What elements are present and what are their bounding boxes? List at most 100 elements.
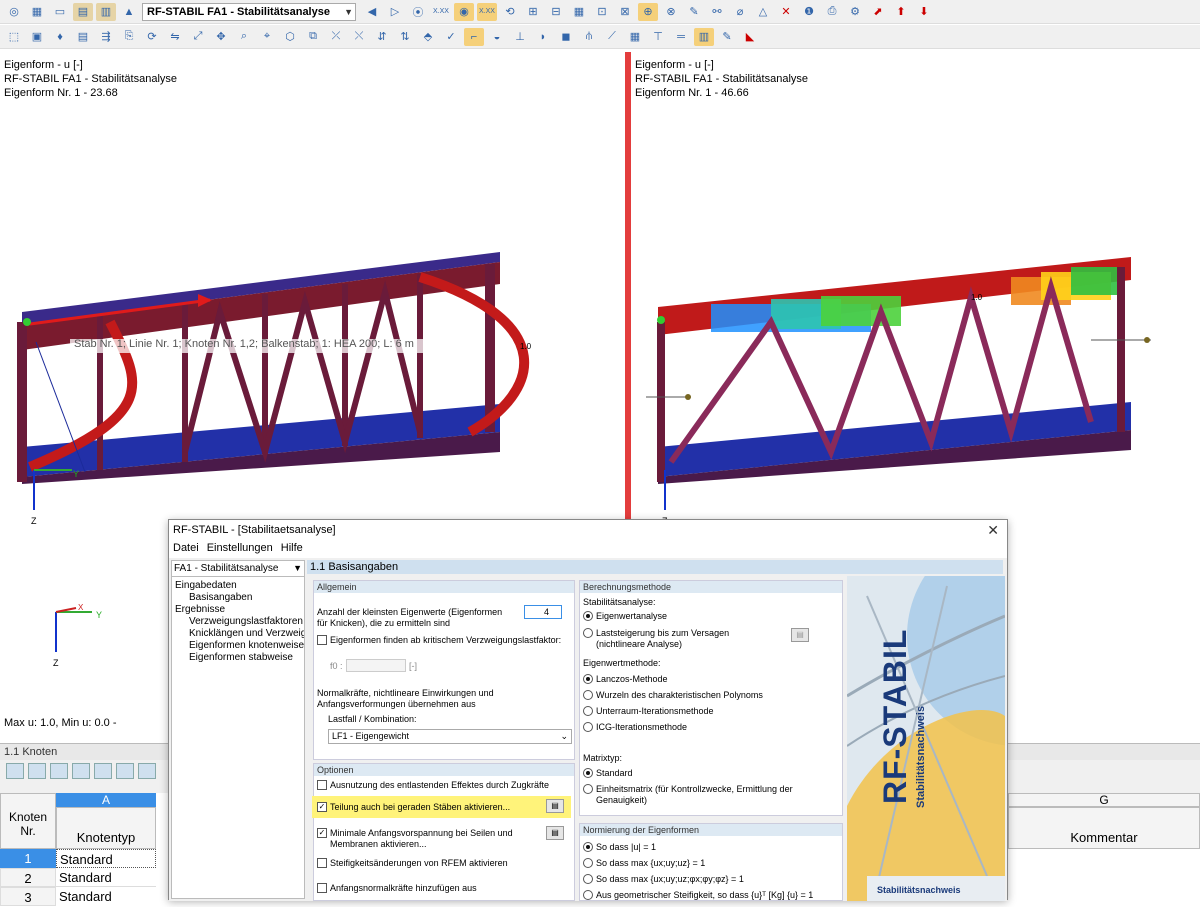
eye-icon[interactable]: ◉ bbox=[454, 2, 474, 21]
settings-icon[interactable]: ⚙ bbox=[845, 3, 865, 21]
laststeigerung-settings-button[interactable]: ▤ bbox=[791, 628, 809, 642]
menu-einstellungen[interactable]: Einstellungen bbox=[207, 540, 273, 556]
nav-knicklaengen[interactable]: Knicklängen und Verzweigungsl bbox=[172, 628, 304, 640]
values-icon[interactable]: X.XX bbox=[431, 3, 451, 21]
option-vorspannung[interactable]: ✓ Minimale Anfangsvorspannung bei Seilen … bbox=[317, 828, 517, 850]
node-icon[interactable]: ⊡ bbox=[592, 3, 612, 21]
open-icon[interactable]: ▦ bbox=[27, 3, 47, 21]
zoom-window-icon[interactable]: ⌖ bbox=[257, 28, 277, 46]
lastfall-select[interactable]: LF1 - Eigengewicht ⌄ bbox=[328, 729, 572, 744]
display-icon[interactable]: ✓ bbox=[441, 28, 461, 46]
table-tool-icon-3[interactable] bbox=[50, 763, 68, 779]
select-icon[interactable]: ⬚ bbox=[4, 28, 24, 46]
nav-eigenformen-knoten[interactable]: Eigenformen knotenweise bbox=[172, 640, 304, 652]
col-header-a[interactable]: A bbox=[56, 793, 156, 807]
box-icon[interactable]: ◼ bbox=[556, 28, 576, 46]
table-tool-icon-2[interactable] bbox=[28, 763, 46, 779]
iso-icon[interactable]: ⬡ bbox=[280, 28, 300, 46]
view-x-icon[interactable]: ⤫ bbox=[326, 28, 346, 46]
menu-datei[interactable]: Datei bbox=[173, 540, 199, 556]
option-steifigkeit[interactable]: Steifigkeitsänderungen von RFEM aktivier… bbox=[317, 858, 508, 869]
window-icon[interactable]: ▭ bbox=[50, 3, 70, 21]
table-icon[interactable]: ▤ bbox=[73, 2, 93, 21]
section-icon[interactable]: ⊞ bbox=[523, 3, 543, 21]
slash-icon[interactable]: ⟋ bbox=[602, 28, 622, 46]
close-icon[interactable]: ✕ bbox=[987, 522, 999, 539]
line-icon[interactable]: ═ bbox=[671, 28, 691, 46]
radio-laststeigerung[interactable]: Laststeigerung bis zum Versagen (nichtli… bbox=[583, 628, 733, 650]
move-icon[interactable]: ⇶ bbox=[96, 28, 116, 46]
support-icon[interactable]: ⊕ bbox=[638, 2, 658, 21]
load-case-combo[interactable]: RF-STABIL FA1 - Stabilitätsanalyse ▼ bbox=[142, 2, 356, 21]
table-tool-icon-7[interactable] bbox=[138, 763, 156, 779]
prev-icon[interactable]: ◀ bbox=[362, 3, 382, 21]
table-tool-icon-5[interactable] bbox=[94, 763, 112, 779]
radio-norm-u[interactable]: So dass |u| = 1 bbox=[583, 842, 656, 853]
delete-icon[interactable]: ✕ bbox=[776, 3, 796, 21]
nav-verzweigungslastfaktoren[interactable]: Verzweigungslastfaktoren bbox=[172, 616, 304, 628]
member-icon[interactable]: ⊠ bbox=[615, 3, 635, 21]
plane-icon[interactable]: ⊤ bbox=[648, 28, 668, 46]
solid-icon[interactable]: ◗ bbox=[533, 28, 553, 46]
finden-checkbox[interactable]: Eigenformen finden ab kritischem Verzwei… bbox=[317, 635, 567, 646]
radio-norm-max-all[interactable]: So dass max {ux;uy;uz;φx;φy;φz} = 1 bbox=[583, 874, 744, 885]
row-nr-2[interactable]: 2 bbox=[0, 868, 56, 887]
table-cell-typ[interactable]: Standard bbox=[56, 887, 156, 906]
view-y-icon[interactable]: ⤬ bbox=[349, 28, 369, 46]
brush-icon[interactable]: ✎ bbox=[717, 28, 737, 46]
ruler-icon[interactable]: ⊥ bbox=[510, 28, 530, 46]
report-icon[interactable]: ⬇ bbox=[914, 3, 934, 21]
export-icon[interactable]: ⬈ bbox=[868, 3, 888, 21]
mesh-icon[interactable]: ▦ bbox=[569, 3, 589, 21]
option-zugkraefte[interactable]: Ausnutzung des entlastenden Effektes dur… bbox=[317, 780, 549, 791]
layers-icon[interactable]: ▤ bbox=[73, 28, 93, 46]
option-anfangsnormal[interactable]: Anfangsnormalkräfte hinzufügen aus bbox=[317, 883, 477, 894]
cube-icon[interactable]: ▣ bbox=[27, 28, 47, 46]
next-icon[interactable]: ▷ bbox=[385, 3, 405, 21]
radio-standard[interactable]: Standard bbox=[583, 768, 633, 779]
zoom-icon[interactable]: ⌕ bbox=[234, 28, 254, 46]
results-icon[interactable]: ⦿ bbox=[408, 3, 428, 21]
col-header-g[interactable]: G bbox=[1008, 793, 1200, 807]
view-neg-icon[interactable]: ⇅ bbox=[395, 28, 415, 46]
tree-icon[interactable]: ⫛ bbox=[579, 28, 599, 46]
radio-eigenwert[interactable]: Eigenwertanalyse bbox=[583, 611, 667, 622]
copy-icon[interactable]: ⎘ bbox=[119, 28, 139, 46]
rotate-icon[interactable]: ⟳ bbox=[142, 28, 162, 46]
radio-lanczos[interactable]: Lanczos-Methode bbox=[583, 674, 668, 685]
radio-icg[interactable]: ICG-Iterationsmethode bbox=[583, 722, 687, 733]
radio-einheitsmatrix[interactable]: Einheitsmatrix (für Kontrollzwecke, Ermi… bbox=[583, 784, 841, 806]
radio-norm-geom[interactable]: Aus geometrischer Steifigkeit, so dass {… bbox=[583, 890, 813, 901]
nav-eingabedaten[interactable]: Eingabedaten bbox=[172, 580, 304, 592]
values-on-icon[interactable]: X.XX bbox=[477, 2, 497, 21]
scale-icon[interactable]: ⤢ bbox=[188, 28, 208, 46]
load-case-icon[interactable]: ▲ bbox=[119, 3, 139, 21]
panel-icon[interactable]: ▥ bbox=[694, 27, 714, 46]
grid2-icon[interactable]: ▦ bbox=[625, 28, 645, 46]
pdf-icon[interactable]: ⬆ bbox=[891, 3, 911, 21]
grid-icon[interactable]: ▥ bbox=[96, 2, 116, 21]
f0-input[interactable] bbox=[346, 659, 406, 672]
radio-unterraum[interactable]: Unterraum-Iterationsmethode bbox=[583, 706, 714, 717]
table-tool-icon-6[interactable] bbox=[116, 763, 134, 779]
triangle-icon[interactable]: △ bbox=[753, 3, 773, 21]
print-icon[interactable]: ⎙ bbox=[822, 3, 842, 21]
dim-icon[interactable]: ◒ bbox=[487, 28, 507, 46]
info-icon[interactable]: ❶ bbox=[799, 3, 819, 21]
link-icon[interactable]: ⚯ bbox=[707, 3, 727, 21]
render-icon[interactable]: ⬘ bbox=[418, 28, 438, 46]
nav-basisangaben[interactable]: Basisangaben bbox=[172, 592, 304, 604]
new-icon[interactable]: ◎ bbox=[4, 3, 24, 21]
view-icon[interactable]: ⧉ bbox=[303, 28, 323, 46]
case-select[interactable]: FA1 - Stabilitätsanalyse ▼ bbox=[172, 561, 304, 577]
menu-hilfe[interactable]: Hilfe bbox=[281, 540, 303, 556]
table-tool-icon-4[interactable] bbox=[72, 763, 90, 779]
radio-wurzeln[interactable]: Wurzeln des charakteristischen Polynoms bbox=[583, 690, 763, 701]
measure-icon[interactable]: ⌐ bbox=[464, 27, 484, 46]
row-nr-3[interactable]: 3 bbox=[0, 887, 56, 906]
table-cell-typ[interactable]: Standard bbox=[56, 868, 156, 887]
option-teilung[interactable]: ✓ Teilung auch bei geraden Stäben aktivie… bbox=[317, 802, 510, 813]
mirror-icon[interactable]: ⇋ bbox=[165, 28, 185, 46]
vorspannung-settings-button[interactable]: ▤ bbox=[546, 826, 564, 840]
table-cell-typ[interactable]: Standard bbox=[56, 849, 156, 868]
